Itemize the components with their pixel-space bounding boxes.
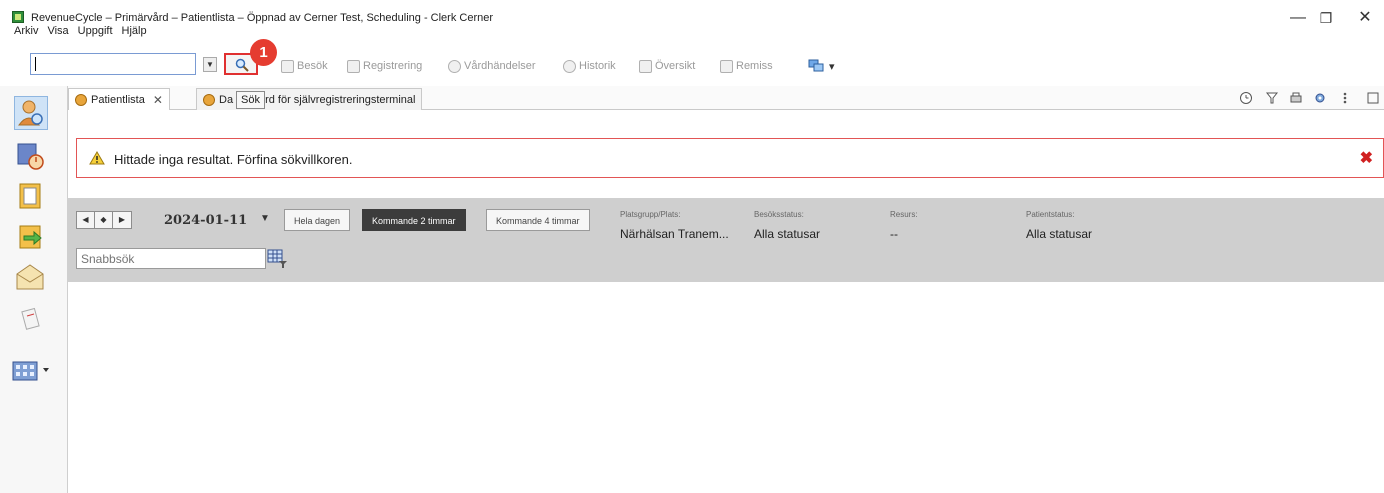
- tab-strip: Patientlista ✕ Da rd för självregistreri…: [68, 86, 1384, 110]
- nav-documents[interactable]: [14, 304, 48, 338]
- toolbar-oversikt-label: Översikt: [655, 60, 696, 72]
- nav-checkin[interactable]: [14, 220, 48, 254]
- visit-icon: [281, 59, 294, 73]
- toolbar-vardhandelser[interactable]: Vårdhändelser: [448, 58, 536, 74]
- schedule-filter-bar: ◀ ◆ ▶ 2024-01-11 ▼ Hela dagen Kommande 2…: [68, 198, 1384, 282]
- more-options-icon[interactable]: [1342, 91, 1348, 105]
- visit-status-label: Besöksstatus:: [754, 210, 804, 219]
- location-value[interactable]: Närhälsan Tranem...: [620, 227, 729, 241]
- magnifier-icon: [235, 58, 249, 72]
- resource-label: Resurs:: [890, 210, 918, 219]
- calendar-clock-icon: [17, 143, 44, 170]
- nav-patient-list[interactable]: [14, 96, 48, 130]
- clipboard-icon: [19, 183, 41, 209]
- clipboard-arrow-icon: [19, 225, 42, 249]
- range-kommande-2-timmar[interactable]: Kommande 2 timmar: [362, 209, 466, 231]
- maximize-button[interactable]: ❐: [1311, 6, 1341, 30]
- history-icon: [563, 59, 576, 73]
- care-events-icon: [448, 59, 461, 73]
- warning-icon: [89, 151, 105, 165]
- range-kommande-4-timmar[interactable]: Kommande 4 timmar: [486, 209, 590, 231]
- range-hela-dagen[interactable]: Hela dagen: [284, 209, 351, 231]
- tab-patientlista[interactable]: Patientlista ✕: [68, 88, 170, 110]
- building-icon: [12, 361, 49, 381]
- step-badge: 1: [250, 39, 277, 66]
- toolbar-oversikt[interactable]: Översikt: [639, 58, 695, 74]
- tab-sjalvregistrering[interactable]: Da rd för självregistreringsterminal: [196, 88, 423, 110]
- toolbar-besok-label: Besök: [297, 60, 328, 72]
- patient-status-label: Patientstatus:: [1026, 210, 1075, 219]
- search-type-dropdown[interactable]: ▼: [203, 57, 217, 72]
- minimize-button[interactable]: —: [1283, 6, 1313, 30]
- window-title: RevenueCycle – Primärvård – Patientlista…: [31, 12, 494, 24]
- alert-message: Hittade inga resultat. Förfina sökvillko…: [114, 152, 353, 167]
- app-logo-icon: [12, 11, 24, 23]
- toolbar-more-dropdown[interactable]: ▾: [808, 58, 835, 74]
- tab-close-icon[interactable]: ✕: [153, 93, 163, 107]
- referral-icon: [720, 59, 733, 73]
- date-navigation: ◀ ◆ ▶: [76, 211, 132, 229]
- visit-status-value[interactable]: Alla statusar: [754, 227, 820, 241]
- window-restore-icon[interactable]: [1366, 91, 1380, 105]
- menu-visa[interactable]: Visa: [47, 25, 68, 39]
- patient-search-input[interactable]: [30, 53, 196, 75]
- toolbar-historik-label: Historik: [579, 60, 616, 72]
- selected-date[interactable]: 2024-01-11: [164, 213, 247, 228]
- search-tooltip: Sök: [236, 91, 265, 109]
- next-day-button[interactable]: ▶: [113, 212, 131, 228]
- tab-patientlista-label: Patientlista: [91, 93, 145, 106]
- envelope-icon: [16, 264, 44, 290]
- toolbar-remiss[interactable]: Remiss: [720, 58, 773, 74]
- resource-value[interactable]: --: [890, 227, 898, 241]
- alert-close-icon[interactable]: ✖: [1360, 148, 1373, 168]
- toolbar-registrering[interactable]: Registrering: [347, 58, 422, 74]
- title-bar: RevenueCycle – Primärvård – Patientlista…: [0, 0, 1384, 38]
- tab-label-end: rd för självregistreringsterminal: [265, 93, 416, 106]
- grid-filter-icon[interactable]: [267, 249, 289, 269]
- registration-icon: [347, 59, 360, 73]
- filter-icon[interactable]: [1265, 91, 1279, 105]
- nav-organization[interactable]: [10, 352, 54, 386]
- tab-label-start: Da: [219, 93, 234, 106]
- person-search-icon: [18, 100, 43, 126]
- location-label: Platsgrupp/Plats:: [620, 210, 681, 219]
- close-window-button[interactable]: ✕: [1350, 6, 1380, 30]
- toolbar-historik[interactable]: Historik: [563, 58, 616, 74]
- person-icon: [203, 93, 215, 106]
- menu-bar: Arkiv Visa Uppgift Hjälp: [14, 25, 147, 39]
- patient-status-value[interactable]: Alla statusar: [1026, 227, 1092, 241]
- nav-clipboard[interactable]: [14, 180, 48, 214]
- toolbar-registrering-label: Registrering: [363, 60, 423, 72]
- nav-calendar[interactable]: [14, 140, 48, 174]
- previous-day-button[interactable]: ◀: [77, 212, 95, 228]
- menu-hjalp[interactable]: Hjälp: [122, 25, 147, 39]
- quick-search-input[interactable]: [76, 248, 266, 269]
- windows-icon: [808, 59, 824, 72]
- menu-uppgift[interactable]: Uppgift: [78, 25, 113, 39]
- print-icon[interactable]: [1289, 91, 1303, 105]
- toolbar-vardhandelser-label: Vårdhändelser: [464, 60, 536, 72]
- clock-icon[interactable]: [1239, 91, 1253, 105]
- left-navigation: [0, 86, 68, 493]
- person-icon: [75, 93, 87, 106]
- today-button[interactable]: ◆: [95, 212, 113, 228]
- toolbar-remiss-label: Remiss: [736, 60, 773, 72]
- chevron-down-icon: ▾: [829, 60, 835, 73]
- nav-messages[interactable]: [14, 262, 48, 296]
- toolbar-besok[interactable]: Besök: [281, 58, 328, 74]
- no-results-alert: Hittade inga resultat. Förfina sökvillko…: [76, 138, 1384, 178]
- settings-icon[interactable]: [1313, 91, 1327, 105]
- menu-arkiv[interactable]: Arkiv: [14, 25, 38, 39]
- date-picker-chevron-icon[interactable]: ▼: [260, 213, 270, 224]
- document-icon: [21, 307, 40, 330]
- overview-icon: [639, 59, 652, 73]
